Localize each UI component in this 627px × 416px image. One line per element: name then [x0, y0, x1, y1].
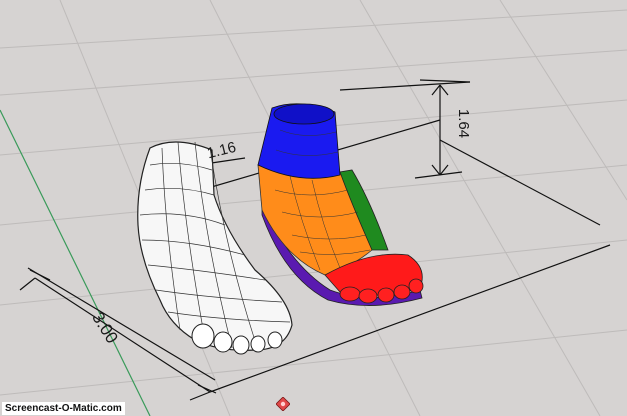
y-axis-line [0, 109, 151, 416]
center-gizmo-icon[interactable] [276, 397, 290, 411]
height-dimension-label: 1.64 [455, 108, 473, 139]
3d-viewport[interactable]: 1.16 1.64 3.00 Screencast-O-Matic.com [0, 0, 627, 416]
watermark: Screencast-O-Matic.com [2, 402, 125, 415]
viewport-scene [0, 0, 627, 416]
